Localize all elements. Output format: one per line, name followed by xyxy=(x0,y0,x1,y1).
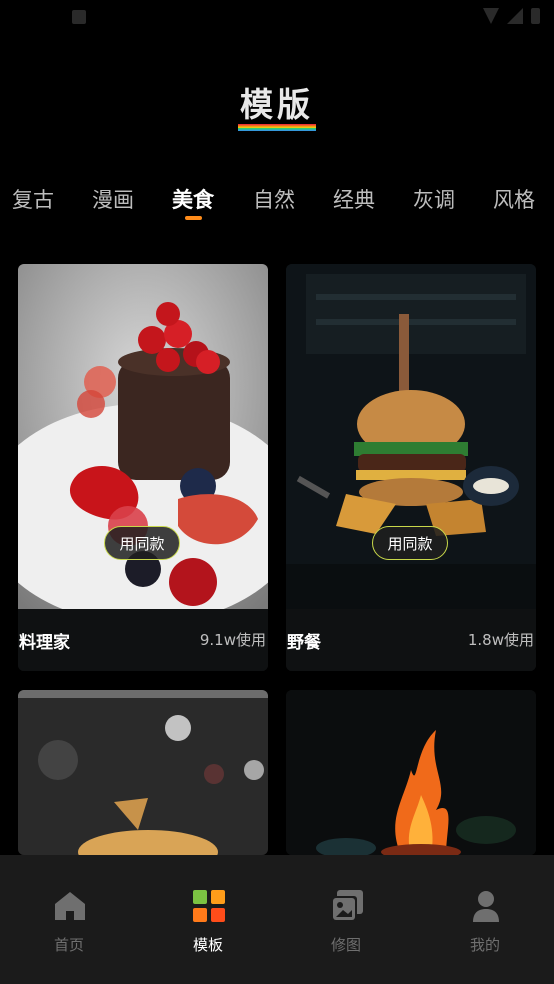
wifi-icon xyxy=(483,8,499,24)
bottom-tab-bar: 首页 模板 修图 我的 xyxy=(0,855,554,984)
nav-edit[interactable]: 修图 xyxy=(277,855,415,984)
signal-icon xyxy=(507,8,523,24)
tab-food[interactable]: 美食 xyxy=(172,184,214,214)
tab-gray[interactable]: 灰调 xyxy=(413,184,455,214)
person-icon xyxy=(473,891,499,922)
tab-classic[interactable]: 经典 xyxy=(333,184,375,214)
battery-icon xyxy=(531,8,540,24)
card-title: 料理家 xyxy=(19,633,70,653)
use-same-button[interactable]: 用同款 xyxy=(372,526,448,560)
template-card[interactable] xyxy=(286,690,536,855)
nav-label: 模板 xyxy=(192,936,223,954)
card-image xyxy=(286,690,536,855)
status-bar xyxy=(0,0,554,36)
card-usage-count: 9.1w使用 xyxy=(199,631,266,649)
page-title: 模版 xyxy=(240,85,314,124)
category-tabs: 复古 漫画 美食 自然 经典 灰调 风格 xyxy=(0,184,554,224)
gallery-icon xyxy=(331,890,363,922)
card-title: 野餐 xyxy=(287,633,321,653)
grid-icon xyxy=(193,890,225,922)
tab-nature[interactable]: 自然 xyxy=(253,184,295,214)
card-usage-count: 1.8w使用 xyxy=(467,631,534,649)
nav-label: 首页 xyxy=(53,936,84,954)
template-card[interactable] xyxy=(18,690,268,855)
use-same-button[interactable]: 用同款 xyxy=(104,526,180,560)
nav-profile[interactable]: 我的 xyxy=(416,855,554,984)
template-card[interactable]: 用同款 料理家 9.1w使用 xyxy=(18,264,268,671)
card-footer: 野餐 1.8w使用 xyxy=(286,609,536,671)
nav-template[interactable]: 模板 xyxy=(139,855,277,984)
status-icons xyxy=(483,8,540,24)
active-tab-indicator xyxy=(185,216,202,220)
tab-retro[interactable]: 复古 xyxy=(12,184,54,214)
card-image xyxy=(18,690,268,855)
nav-home[interactable]: 首页 xyxy=(0,855,138,984)
card-footer: 料理家 9.1w使用 xyxy=(18,609,268,671)
rainbow-underline xyxy=(238,124,316,131)
tab-style[interactable]: 风格 xyxy=(493,184,535,214)
header: 模版 xyxy=(0,78,554,126)
home-icon xyxy=(55,892,85,920)
nav-label: 修图 xyxy=(330,936,361,954)
notification-icon xyxy=(72,10,86,24)
tab-comic[interactable]: 漫画 xyxy=(92,184,134,214)
nav-label: 我的 xyxy=(469,936,500,954)
template-card[interactable]: 用同款 野餐 1.8w使用 xyxy=(286,264,536,671)
